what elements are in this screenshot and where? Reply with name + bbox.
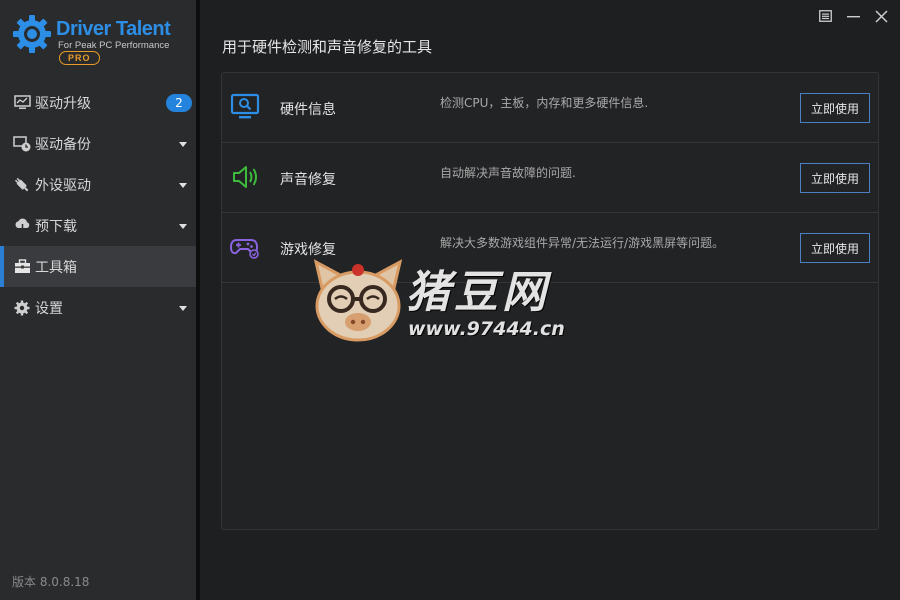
menu-button[interactable] [816,7,834,25]
sidebar-item-toolbox[interactable]: 工具箱 [0,246,196,287]
chevron-down-icon [179,142,187,147]
app-logo: Driver Talent For Peak PC Performance PR… [12,14,192,68]
tool-description: 检测CPU，主板，内存和更多硬件信息. [440,96,649,110]
chevron-down-icon [179,224,187,229]
tool-row-hardware-info: 硬件信息 检测CPU，主板，内存和更多硬件信息. 立即使用 [222,73,878,143]
gear-icon [13,299,31,317]
window-controls [816,7,890,25]
close-icon [874,9,888,23]
sidebar-item-label: 预下载 [35,218,77,235]
gear-logo-icon [13,15,51,53]
sidebar-item-label: 工具箱 [35,259,77,276]
update-count-badge: 2 [166,94,192,112]
minimize-button[interactable] [844,7,862,25]
sidebar-item-settings[interactable]: 设置 [0,287,196,328]
hardware-search-icon [230,93,260,119]
menu-icon [818,10,832,22]
sidebar-item-label: 驱动升级 [35,95,91,112]
watermark-url: www.97444.cn [408,318,565,340]
logo-pro-badge: PRO [59,51,100,65]
gamepad-icon [230,239,259,259]
tool-name: 声音修复 [280,172,336,188]
sidebar-item-pre-download[interactable]: 预下载 [0,205,196,246]
tool-description: 解决大多数游戏组件异常/无法运行/游戏黑屏等问题。 [440,236,725,250]
backup-clock-icon [13,135,31,153]
use-now-button-game-repair[interactable]: 立即使用 [800,233,870,263]
watermark-text: 猪豆网 [406,267,550,318]
logo-title: Driver Talent [56,18,171,40]
sidebar-item-driver-update[interactable]: 驱动升级 2 [0,82,196,123]
watermark: 猪豆网 www.97444.cn [312,256,592,346]
usb-plug-icon [13,176,31,194]
use-now-button-hardware-info[interactable]: 立即使用 [800,93,870,123]
chevron-down-icon [179,306,187,311]
sidebar-nav: 驱动升级 2 驱动备份 外设驱动 预下载 工具箱 设置 [0,82,196,328]
sidebar: Driver Talent For Peak PC Performance PR… [0,0,200,600]
page-title: 用于硬件检测和声音修复的工具 [222,38,433,56]
tool-description: 自动解决声音故障的问题. [440,166,576,180]
speaker-icon [233,166,257,188]
sidebar-item-label: 驱动备份 [35,136,91,153]
sidebar-item-label: 外设驱动 [35,177,91,194]
chevron-down-icon [179,183,187,188]
toolbox-icon [13,258,31,276]
sidebar-item-label: 设置 [35,300,63,317]
version-label: 版本 8.0.8.18 [12,575,90,589]
tool-name: 硬件信息 [280,102,336,118]
monitor-icon [13,94,31,112]
pig-mascot-icon [313,259,403,342]
sidebar-item-peripheral-drivers[interactable]: 外设驱动 [0,164,196,205]
tool-row-sound-repair: 声音修复 自动解决声音故障的问题. 立即使用 [222,143,878,213]
sidebar-item-driver-backup[interactable]: 驱动备份 [0,123,196,164]
close-button[interactable] [872,7,890,25]
use-now-button-sound-repair[interactable]: 立即使用 [800,163,870,193]
logo-subtitle: For Peak PC Performance [58,40,170,51]
minimize-icon [846,16,860,18]
cloud-download-icon [13,217,31,235]
